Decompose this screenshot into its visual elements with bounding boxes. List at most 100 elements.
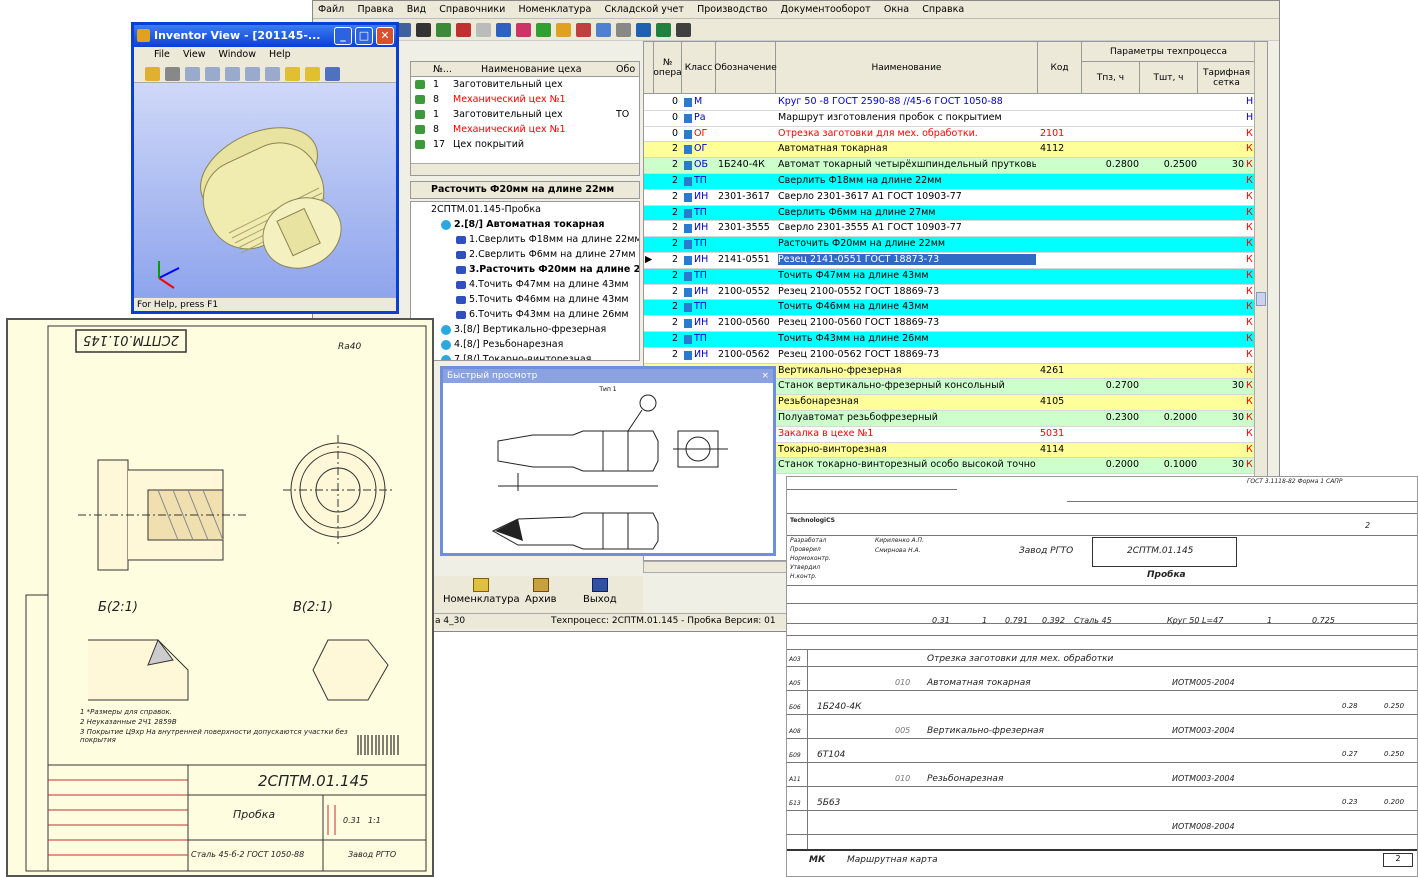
report-icon[interactable] (576, 23, 591, 37)
workshop-row[interactable]: 1 Заготовительный цех ТО (411, 107, 639, 122)
grid-row[interactable]: 2 ТП Точить Ф47мм на длине 43мм К (644, 268, 1256, 285)
menu-edit[interactable]: Правка (352, 1, 398, 18)
function-icon[interactable] (616, 23, 631, 37)
menu-references[interactable]: Справочники (434, 1, 510, 18)
col-tsht[interactable]: Тшт, ч (1140, 62, 1198, 94)
menu-help[interactable]: Справка (917, 1, 969, 18)
paste-icon[interactable] (476, 23, 491, 37)
inv-menu-help[interactable]: Help (269, 49, 291, 60)
tree-step[interactable]: 1.Сверлить Ф18мм на длине 22мм (411, 232, 639, 247)
col-class[interactable]: Класс (682, 42, 716, 94)
tree-operation-other[interactable]: 4.[8/] Резьбонарезная (411, 337, 639, 352)
step-icon (456, 235, 466, 244)
tree-root[interactable]: 2СПТМ.01.145-Пробка (411, 202, 639, 217)
nomenclature-button[interactable]: Номенклатура (443, 576, 520, 605)
grid-row[interactable]: 2 ИН 2100-0552 Резец 2100-0552 ГОСТ 18869-7… (644, 284, 1256, 301)
minimize-button[interactable]: _ (334, 27, 352, 45)
pan-icon[interactable] (205, 67, 220, 81)
grid-icon[interactable] (676, 23, 691, 37)
col-workshop-name[interactable]: Наименование цеха (481, 62, 582, 77)
cell-name: Резец 2100-0552 ГОСТ 18869-73 (778, 285, 940, 297)
col-tarif[interactable]: Тарифная сетка (1198, 62, 1256, 94)
grid-row[interactable]: 2 ТП Точить Ф43мм на длине 26мм К (644, 332, 1256, 348)
tree-step[interactable]: 3.Расточить Ф20мм на длине 22мм (411, 262, 639, 277)
cell-name: Токарно-винторезная (778, 443, 887, 455)
3d-viewport[interactable] (134, 83, 396, 297)
close-button[interactable]: ✕ (376, 27, 394, 45)
phone-icon[interactable] (656, 23, 671, 37)
grid-row[interactable]: 2 ИН 2301-3617 Сверло 2301-3617 А1 ГОСТ 109… (644, 189, 1256, 206)
grid-vscroll-thumb[interactable] (1256, 292, 1266, 306)
inv-menu-view[interactable]: View (183, 49, 206, 60)
look-icon[interactable] (245, 67, 260, 81)
tree-step-label: 1.Сверлить Ф18мм на длине 22мм (469, 234, 640, 245)
print-icon[interactable] (165, 67, 180, 81)
tree-operation[interactable]: 2.[8/] Автоматная токарная (411, 217, 639, 232)
find-icon[interactable] (496, 23, 511, 37)
cell-tpz: 0.2300 (1105, 412, 1139, 423)
grid-row[interactable]: 0 ОГ Отрезка заготовки для мех. обработки.… (644, 126, 1256, 143)
cut-icon[interactable] (456, 23, 471, 37)
users-icon[interactable] (636, 23, 651, 37)
table-icon[interactable] (596, 23, 611, 37)
col-num[interactable]: №... (433, 62, 452, 77)
workshop-row[interactable]: 17 Цех покрытий (411, 137, 639, 152)
tree-operation-other[interactable]: 3.[8/] Вертикально-фрезерная (411, 322, 639, 337)
col-op-num[interactable]: № опера (653, 42, 682, 94)
arrow-icon[interactable] (416, 23, 431, 37)
grid-row[interactable]: ▶ 2 ИН 2141-0551 Резец 2141-0551 ГОСТ 18873-… (644, 253, 1256, 269)
fit-icon[interactable] (265, 67, 280, 81)
rotate-icon[interactable] (225, 67, 240, 81)
col-tpz[interactable]: Тпз, ч (1082, 62, 1140, 94)
tree-step[interactable]: 4.Точить Ф47мм на длине 43мм (411, 277, 639, 292)
grid-row[interactable]: 2 ОГ Автоматная токарная 4112 К (644, 142, 1256, 159)
tree-operation-other[interactable]: 7.[8/] Токарно-винторезная (411, 352, 639, 360)
exit-button[interactable]: Выход (583, 576, 617, 605)
grid-row[interactable]: 2 ТП Сверлить Ф18мм на длине 22мм К (644, 174, 1256, 190)
grid-row[interactable]: 2 ОБ 1Б240-4К Автомат токарный четырёхшпинд… (644, 158, 1256, 174)
menu-warehouse[interactable]: Складской учет (599, 1, 688, 18)
shade-icon[interactable] (305, 67, 320, 81)
tree-step[interactable]: 5.Точить Ф46мм на длине 43мм (411, 292, 639, 307)
maximize-button[interactable]: □ (355, 27, 373, 45)
grid-row[interactable]: 2 ИН 2100-0560 Резец 2100-0560 ГОСТ 18869-7… (644, 316, 1256, 332)
tools-icon[interactable] (436, 23, 451, 37)
workshop-row[interactable]: 8 Механический цех №1 (411, 122, 639, 137)
archive-button[interactable]: Архив (525, 576, 557, 605)
grid-row[interactable]: 2 ТП Сверлить Ф6мм на длине 27мм К (644, 205, 1256, 222)
menu-production[interactable]: Производство (692, 1, 772, 18)
inv-menu-window[interactable]: Window (219, 49, 256, 60)
chart-icon[interactable] (516, 23, 531, 37)
col-code[interactable]: Код (1038, 42, 1082, 94)
menu-docflow[interactable]: Документооборот (776, 1, 876, 18)
menu-nomenclature[interactable]: Номенклатура (513, 1, 596, 18)
workshop-hscroll[interactable] (411, 163, 639, 175)
grid-row[interactable]: 2 ТП Расточить Ф20мм на длине 22мм К (644, 237, 1256, 253)
globe-icon[interactable] (325, 67, 340, 81)
workshop-row[interactable]: 8 Механический цех №1 (411, 92, 639, 107)
workshop-icon (415, 95, 425, 104)
menu-file[interactable]: Файл (313, 1, 349, 18)
close-icon[interactable]: × (761, 369, 769, 383)
zoom-icon[interactable] (185, 67, 200, 81)
grid-row[interactable]: 2 ТП Точить Ф46мм на длине 43мм К (644, 300, 1256, 317)
cell-end: К (1246, 317, 1253, 329)
grid-row[interactable]: 0 Ра Маршрут изготовления пробок с покрыти… (644, 110, 1256, 127)
tree-step[interactable]: 2.Сверлить Ф6мм на длине 27мм (411, 247, 639, 262)
tree-icon[interactable] (536, 23, 551, 37)
menu-view[interactable]: Вид (402, 1, 431, 18)
cube-icon[interactable] (285, 67, 300, 81)
menu-windows[interactable]: Окна (879, 1, 914, 18)
grid-row[interactable]: 2 ИН 2100-0562 Резец 2100-0562 ГОСТ 18869-7… (644, 347, 1256, 364)
grid-row[interactable]: 0 М Круг 50 -8 ГОСТ 2590-88 //45-6 ГОСТ 10… (644, 95, 1256, 111)
col-name[interactable]: Наименование (776, 42, 1038, 94)
col-designation[interactable]: Обозначение (714, 42, 777, 94)
open-icon[interactable] (145, 67, 160, 81)
col-code[interactable]: Обо (616, 62, 635, 77)
cell-tarif: 30 (1231, 159, 1244, 171)
inv-menu-file[interactable]: File (154, 49, 170, 60)
tree-step[interactable]: 6.Точить Ф43мм на длине 26мм (411, 307, 639, 322)
workshop-row[interactable]: 1 Заготовительный цех (411, 77, 639, 92)
doc-icon[interactable] (556, 23, 571, 37)
grid-row[interactable]: 2 ИН 2301-3555 Сверло 2301-3555 А1 ГОСТ 109… (644, 221, 1256, 238)
